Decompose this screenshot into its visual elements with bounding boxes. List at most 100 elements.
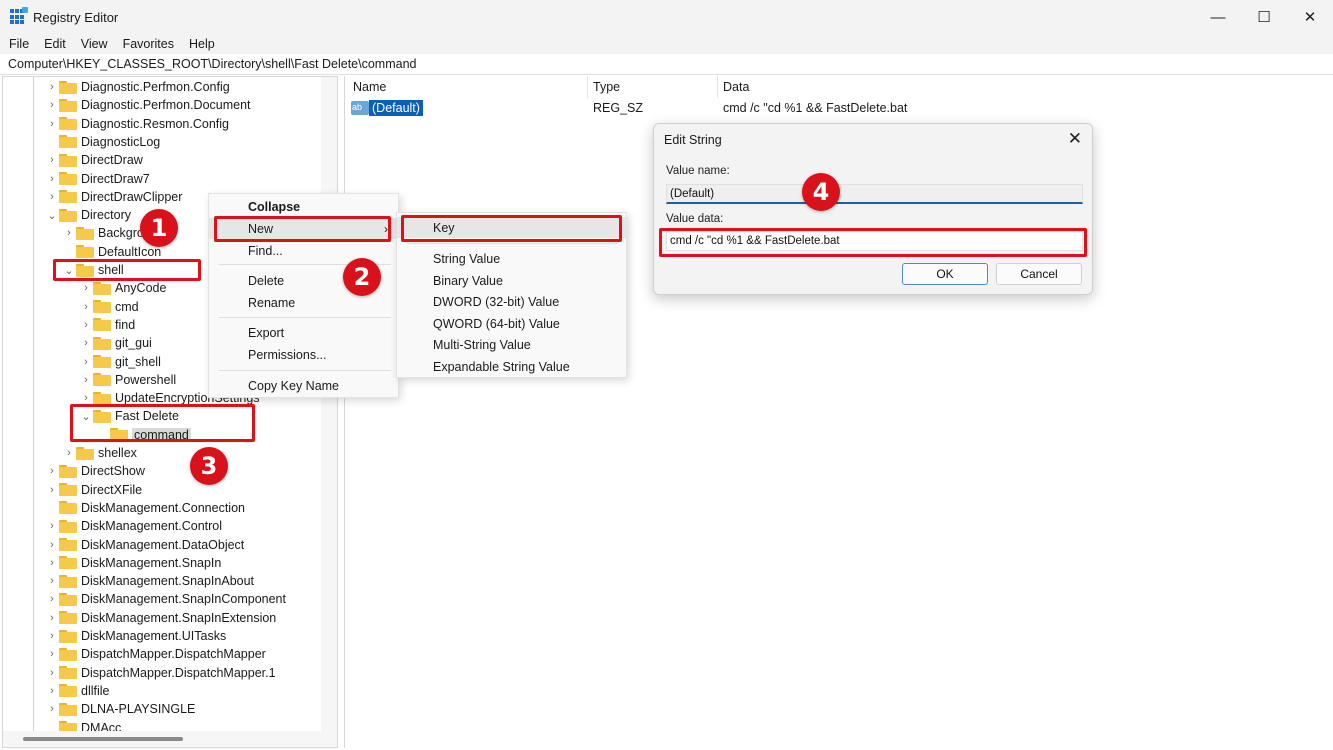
chevron-right-icon[interactable]: › <box>45 575 59 587</box>
chevron-right-icon[interactable]: › <box>45 557 59 569</box>
column-header-data[interactable]: Data <box>723 80 749 94</box>
tree-item[interactable]: › cmd <box>79 298 138 316</box>
chevron-right-icon[interactable]: › <box>45 81 59 93</box>
chevron-right-icon[interactable]: › <box>79 356 93 368</box>
tree-item[interactable]: › DirectDraw7 <box>45 170 150 188</box>
chevron-right-icon[interactable]: › <box>45 667 59 679</box>
chevron-right-icon[interactable]: › <box>45 539 59 551</box>
tree-item[interactable]: › DiskManagement.SnapInAbout <box>45 572 254 590</box>
chevron-right-icon[interactable]: › <box>45 703 59 715</box>
new-qword-value[interactable]: QWORD (64-bit) Value <box>397 313 628 334</box>
chevron-right-icon[interactable]: › <box>45 173 59 185</box>
chevron-right-icon[interactable]: › <box>45 685 59 697</box>
chevron-right-icon[interactable]: › <box>79 374 93 386</box>
tree-item[interactable]: ⌄ Directory <box>45 206 131 224</box>
tree-item[interactable]: › DiskManagement.SnapIn <box>45 554 221 572</box>
chevron-right-icon[interactable]: › <box>79 301 93 313</box>
new-key[interactable]: Key <box>397 217 628 238</box>
ctx-rename[interactable]: Rename <box>209 292 400 313</box>
ctx-new[interactable]: New › <box>209 218 400 239</box>
chevron-right-icon[interactable]: › <box>45 191 59 203</box>
tree-item[interactable]: › git_shell <box>79 353 161 371</box>
menu-view[interactable]: View <box>81 37 108 51</box>
address-bar[interactable]: Computer\HKEY_CLASSES_ROOT\Directory\she… <box>0 54 1333 75</box>
tree-item[interactable]: › DirectShow <box>45 462 145 480</box>
tree-item[interactable]: › DiskManagement.Control <box>45 517 222 535</box>
tree-item[interactable]: › DirectDrawClipper <box>45 188 182 206</box>
tree-item[interactable]: › DirectXFile <box>45 481 142 499</box>
tree-item[interactable]: › find <box>79 316 135 334</box>
column-header-type[interactable]: Type <box>593 80 620 94</box>
column-header-name[interactable]: Name <box>353 80 386 94</box>
cancel-button[interactable]: Cancel <box>996 263 1082 285</box>
tree-item[interactable]: › AnyCode <box>79 279 166 297</box>
dialog-close-icon[interactable]: ✕ <box>1068 129 1082 149</box>
tree-item[interactable]: › Diagnostic.Perfmon.Config <box>45 78 230 96</box>
ctx-copy-key-name[interactable]: Copy Key Name <box>209 375 400 396</box>
chevron-right-icon[interactable]: › <box>79 282 93 294</box>
chevron-right-icon[interactable]: › <box>79 392 93 404</box>
chevron-right-icon[interactable]: › <box>45 520 59 532</box>
close-button[interactable]: ✕ <box>1287 0 1333 34</box>
tree-item[interactable]: ⌄ Fast Delete <box>79 407 179 425</box>
tree-item[interactable]: › Diagnostic.Resmon.Config <box>45 115 229 133</box>
tree-item[interactable]: › Powershell <box>79 371 176 389</box>
new-string-value[interactable]: String Value <box>397 248 628 269</box>
chevron-right-icon[interactable]: › <box>62 227 76 239</box>
chevron-down-icon[interactable]: ⌄ <box>62 264 76 277</box>
chevron-right-icon[interactable]: › <box>45 648 59 660</box>
menu-help[interactable]: Help <box>189 37 215 51</box>
tree-item[interactable]: › git_gui <box>79 334 152 352</box>
chevron-right-icon[interactable]: › <box>45 612 59 624</box>
menu-file[interactable]: File <box>9 37 29 51</box>
column-separator[interactable] <box>717 76 718 98</box>
tree-item[interactable]: command <box>96 426 191 444</box>
chevron-right-icon[interactable]: › <box>45 465 59 477</box>
chevron-right-icon[interactable]: › <box>45 593 59 605</box>
chevron-right-icon[interactable]: › <box>79 319 93 331</box>
tree-horizontal-scrollbar[interactable] <box>3 731 337 747</box>
tree-item[interactable]: › DLNA-PLAYSINGLE <box>45 700 195 718</box>
maximize-button[interactable]: ☐ <box>1241 0 1287 34</box>
tree-item[interactable]: › shellex <box>62 444 137 462</box>
ok-button[interactable]: OK <box>902 263 988 285</box>
column-separator[interactable] <box>587 76 588 98</box>
tree-item[interactable]: › Diagnostic.Perfmon.Document <box>45 96 250 114</box>
menu-favorites[interactable]: Favorites <box>123 37 174 51</box>
value-name[interactable]: (Default) <box>369 100 423 116</box>
menu-edit[interactable]: Edit <box>44 37 66 51</box>
ctx-collapse[interactable]: Collapse <box>209 196 400 217</box>
chevron-down-icon[interactable]: ⌄ <box>79 410 93 423</box>
ctx-find[interactable]: Find... <box>209 240 400 261</box>
scrollbar-thumb[interactable] <box>23 737 183 741</box>
chevron-right-icon[interactable]: › <box>79 337 93 349</box>
registry-tree[interactable]: › Diagnostic.Perfmon.Config › Diagnostic.Pe… <box>2 76 338 748</box>
tree-item[interactable]: › DispatchMapper.DispatchMapper <box>45 645 266 663</box>
new-expandable-string-value[interactable]: Expandable String Value <box>397 356 628 377</box>
tree-item[interactable]: › dllfile <box>45 682 109 700</box>
chevron-right-icon[interactable]: › <box>45 99 59 111</box>
new-binary-value[interactable]: Binary Value <box>397 270 628 291</box>
chevron-down-icon[interactable]: ⌄ <box>45 209 59 222</box>
ctx-permissions[interactable]: Permissions... <box>209 344 400 365</box>
chevron-right-icon[interactable]: › <box>62 447 76 459</box>
value-name-field[interactable] <box>666 184 1083 204</box>
tree-vertical-scrollbar[interactable] <box>321 77 337 733</box>
new-dword-value[interactable]: DWORD (32-bit) Value <box>397 291 628 312</box>
value-row[interactable]: ab (Default) REG_SZ cmd /c "cd %1 && Fas… <box>345 100 1333 118</box>
tree-item[interactable]: DefaultIcon <box>62 243 161 261</box>
tree-item[interactable]: › DiskManagement.UITasks <box>45 627 226 645</box>
tree-item[interactable]: › DirectDraw <box>45 151 143 169</box>
tree-item[interactable]: › DiskManagement.SnapInComponent <box>45 590 286 608</box>
ctx-export[interactable]: Export <box>209 322 400 343</box>
tree-item[interactable]: DiskManagement.Connection <box>45 499 245 517</box>
tree-item[interactable]: DiagnosticLog <box>45 133 160 151</box>
chevron-right-icon[interactable]: › <box>45 154 59 166</box>
tree-item[interactable]: › DiskManagement.DataObject <box>45 536 244 554</box>
value-data-field[interactable] <box>666 231 1083 251</box>
chevron-right-icon[interactable]: › <box>45 630 59 642</box>
tree-item[interactable]: ⌄ shell <box>62 261 123 279</box>
minimize-button[interactable]: — <box>1195 0 1241 34</box>
tree-item[interactable]: › DispatchMapper.DispatchMapper.1 <box>45 664 275 682</box>
chevron-right-icon[interactable]: › <box>45 118 59 130</box>
